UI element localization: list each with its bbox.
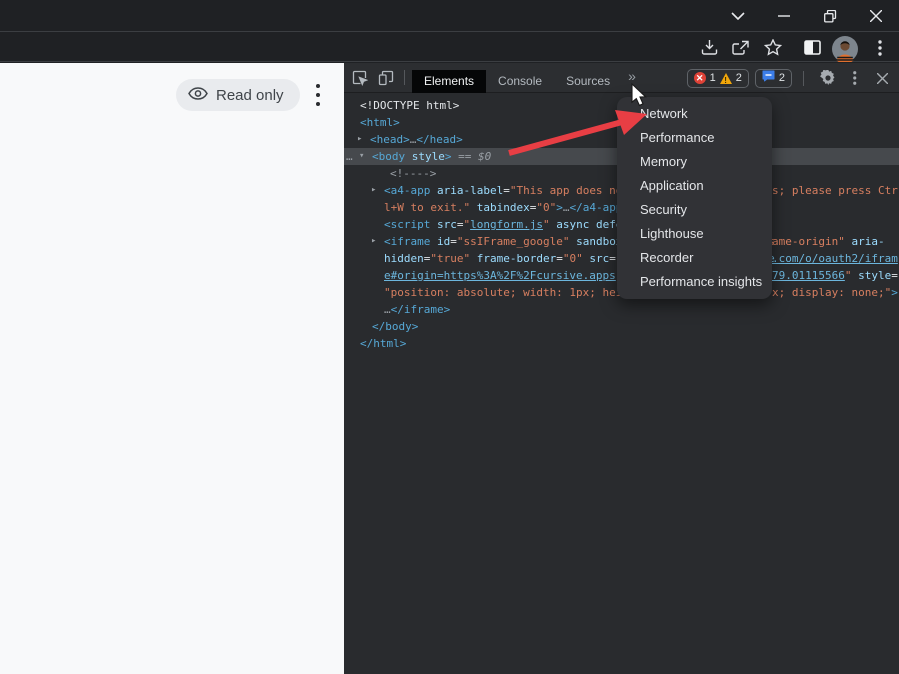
menu-item-recorder[interactable]: Recorder: [617, 246, 772, 270]
toolbar-divider: [803, 71, 804, 86]
tab-elements[interactable]: Elements: [412, 70, 486, 93]
expander-closed-icon[interactable]: ▸: [371, 233, 376, 250]
inspect-element-icon[interactable]: [347, 65, 373, 91]
error-icon: ✕: [694, 72, 706, 84]
menu-item-application[interactable]: Application: [617, 174, 772, 198]
devtools-toolbar: ElementsConsoleSources » ✕ 1 ! 2 2: [344, 63, 899, 93]
issues-count: 2: [779, 72, 785, 84]
window-minimize-icon[interactable]: [764, 0, 804, 32]
code-line[interactable]: </body>: [344, 318, 899, 335]
gutter-ellipsis[interactable]: …: [346, 148, 353, 165]
console-status-badges[interactable]: ✕ 1 ! 2: [687, 69, 749, 88]
devtools-close-icon[interactable]: [869, 65, 895, 91]
code-line-right-fragment: .com/o/oauth2/ifram: [772, 250, 898, 267]
warning-icon: !: [720, 73, 732, 84]
menu-item-performance[interactable]: Performance: [617, 126, 772, 150]
toolbar-divider: [404, 70, 405, 85]
devtools-menu-kebab-icon[interactable]: [847, 65, 863, 91]
issues-icon: [762, 69, 775, 87]
browser-toolbar: [0, 33, 899, 62]
share-icon[interactable]: [727, 33, 755, 62]
more-tabs-button[interactable]: »: [622, 66, 642, 89]
avatar[interactable]: [831, 34, 859, 63]
menu-item-security[interactable]: Security: [617, 198, 772, 222]
code-line-right-fragment: s; please press Ctr: [772, 182, 898, 199]
download-icon[interactable]: [695, 33, 723, 62]
page-menu-kebab-icon[interactable]: [306, 80, 330, 110]
menu-item-network[interactable]: Network: [617, 102, 772, 126]
tab-sources[interactable]: Sources: [554, 70, 622, 93]
read-only-badge[interactable]: Read only: [176, 79, 300, 111]
browser-menu-kebab-icon[interactable]: [866, 33, 894, 62]
code-line-right-fragment: x; display: none;">: [772, 284, 898, 301]
window-close-icon[interactable]: [856, 0, 896, 32]
warning-count: 2: [736, 72, 742, 84]
code-line[interactable]: …</iframe>: [344, 301, 899, 318]
expander-closed-icon[interactable]: ▸: [357, 131, 362, 148]
device-toolbar-icon[interactable]: [373, 65, 399, 91]
code-line[interactable]: </html>: [344, 335, 899, 352]
menu-item-lighthouse[interactable]: Lighthouse: [617, 222, 772, 246]
expander-closed-icon[interactable]: ▸: [371, 182, 376, 199]
devtools-tabs: ElementsConsoleSources: [412, 63, 622, 93]
read-only-label: Read only: [216, 87, 284, 104]
expander-open-icon[interactable]: ▾: [359, 148, 364, 165]
bookmark-star-icon[interactable]: [759, 33, 787, 62]
error-count: 1: [710, 72, 716, 84]
side-panel-icon[interactable]: [798, 33, 826, 62]
code-line-right-fragment: 79.01115566" style=: [772, 267, 898, 284]
settings-gear-icon[interactable]: [815, 65, 841, 91]
more-tools-dropdown: NetworkPerformanceMemoryApplicationSecur…: [617, 97, 772, 299]
menu-item-performance-insights[interactable]: Performance insights: [617, 270, 772, 294]
page-background: Read only: [0, 63, 344, 674]
window-chevron-down-icon[interactable]: [718, 0, 758, 32]
window-restore-icon[interactable]: [810, 0, 850, 32]
tab-console[interactable]: Console: [486, 70, 554, 93]
issues-badge[interactable]: 2: [755, 69, 792, 88]
window-titlebar: [0, 0, 899, 32]
menu-item-memory[interactable]: Memory: [617, 150, 772, 174]
code-line-right-fragment: ame-origin" aria-: [772, 233, 885, 250]
eye-icon: [188, 87, 208, 104]
